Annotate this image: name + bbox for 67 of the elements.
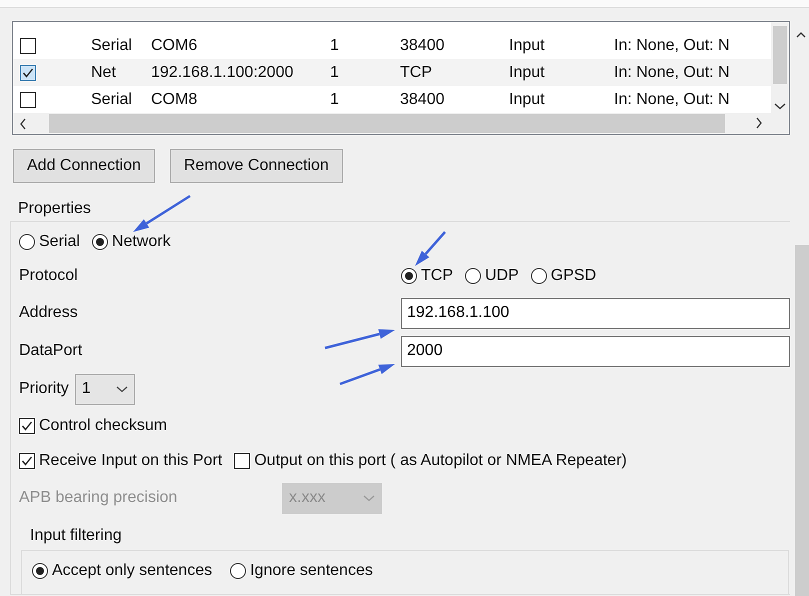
dropdown-caret-icon: [363, 494, 375, 502]
list-vertical-scrollbar[interactable]: [771, 22, 789, 113]
scroll-left-icon[interactable]: [19, 118, 27, 130]
radio-button[interactable]: [92, 234, 108, 250]
annotation-arrow: [324, 329, 395, 350]
toolbar-button[interactable]: Remove Connection: [170, 149, 343, 183]
option-label: Network: [112, 232, 171, 252]
connection-priority: 1: [330, 64, 339, 80]
checkbox[interactable]: [19, 418, 35, 434]
option-label: Output on this port ( as Autopilot or NMEA Repeater): [254, 451, 627, 471]
annotation-arrow: [340, 364, 395, 386]
connection-port: COM6: [151, 36, 198, 54]
radio-button[interactable]: [32, 563, 48, 579]
address-field[interactable]: 192.168.1.100: [401, 298, 790, 328]
port-field[interactable]: 2000: [401, 336, 790, 366]
checkbox[interactable]: [234, 453, 250, 469]
connection-filters: In: None, Out: N: [614, 64, 730, 80]
connection-protocol: 38400: [400, 90, 444, 108]
connection-protocol: 38400: [400, 36, 444, 54]
scroll-up-icon[interactable]: [796, 31, 806, 39]
annotation-arrow: [133, 194, 191, 232]
connection-port: COM8: [151, 90, 198, 108]
connection-io: Input: [509, 36, 545, 54]
radio-button[interactable]: [19, 234, 35, 250]
checkbox[interactable]: [19, 453, 35, 469]
toolbar-button[interactable]: Add Connection: [13, 149, 155, 183]
scroll-right-icon[interactable]: [755, 117, 763, 130]
option-label: Ignore sentences: [250, 561, 373, 581]
field-label: DataPort: [19, 341, 82, 361]
connection-type: Serial: [91, 36, 132, 54]
priority-select[interactable]: 1: [74, 374, 135, 404]
select-value: 1: [82, 379, 91, 399]
annotation-arrow: [415, 231, 446, 266]
radio-button[interactable]: [530, 268, 547, 284]
connection-type: Serial: [91, 90, 132, 108]
option-label: UDP: [485, 266, 519, 286]
scroll-down-icon[interactable]: [774, 102, 786, 110]
radio-button[interactable]: [401, 268, 417, 284]
option-label: GPSD: [550, 266, 596, 286]
option-label: Receive Input on this Port: [39, 451, 222, 471]
connection-io: Input: [509, 90, 545, 108]
radio-button[interactable]: [465, 268, 481, 284]
checkbox[interactable]: [20, 64, 36, 80]
checkbox[interactable]: [20, 92, 36, 108]
connection-io: Input: [509, 64, 545, 80]
connection-type: Net: [91, 64, 116, 80]
connection-filters: In: None, Out: N: [614, 36, 730, 54]
group-title: Input filtering: [30, 527, 122, 544]
option-label: Accept only sentences: [52, 561, 212, 581]
radio-button[interactable]: [230, 563, 246, 579]
select-value: x.xxx: [289, 488, 326, 508]
connection-filters: In: None, Out: N: [614, 90, 730, 108]
field-label: Priority: [19, 379, 69, 399]
dropdown-caret-icon: [116, 384, 128, 393]
connection-priority: 1: [330, 90, 339, 108]
connection-priority: 1: [330, 36, 339, 54]
field-label: Address: [19, 303, 78, 323]
connection-protocol: TCP: [400, 64, 432, 80]
connection-port: 192.168.1.100:2000: [151, 64, 294, 80]
option-label: Control checksum: [39, 416, 168, 436]
option-label: Serial: [39, 232, 80, 252]
field-label: Protocol: [19, 266, 78, 286]
option-label: TCP: [421, 266, 453, 286]
list-horizontal-scrollbar[interactable]: [13, 113, 789, 134]
field-label: APB bearing precision: [19, 488, 178, 508]
checkbox[interactable]: [20, 38, 36, 54]
group-title: Properties: [18, 200, 91, 217]
